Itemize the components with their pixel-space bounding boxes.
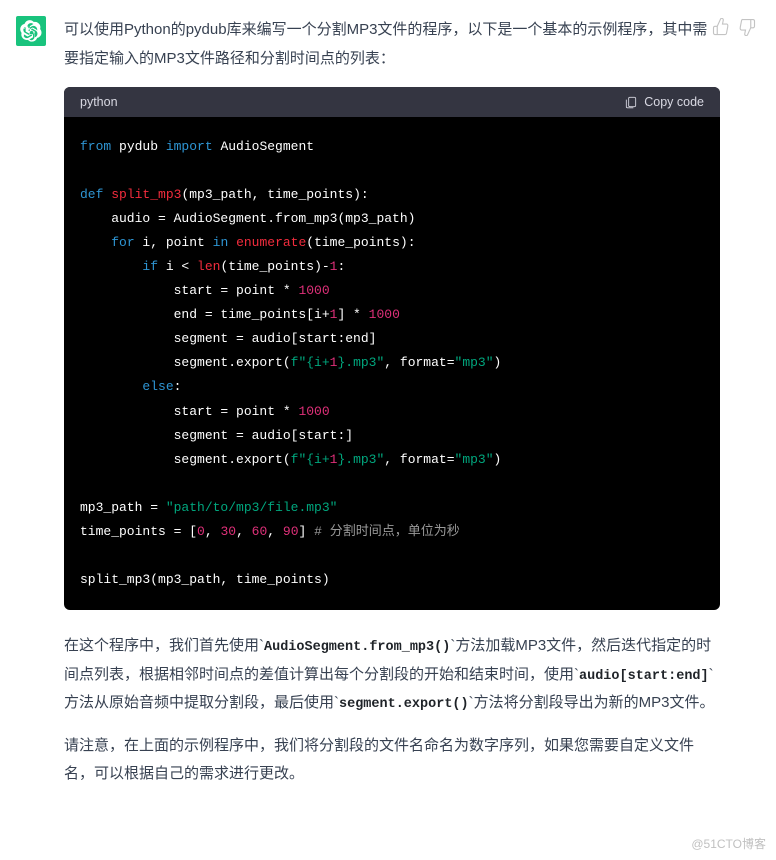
clipboard-icon (624, 95, 638, 109)
thumbs-up-icon (712, 18, 730, 36)
feedback-buttons (712, 18, 756, 36)
inline-code: AudioSegment.from_mp3() (264, 640, 450, 655)
inline-code: segment.export() (339, 697, 469, 712)
thumbs-up-button[interactable] (712, 18, 730, 36)
copy-code-label: Copy code (644, 95, 704, 109)
thumbs-down-icon (738, 18, 756, 36)
code-header: python Copy code (64, 87, 720, 117)
inline-code: audio[start:end] (579, 669, 709, 684)
message-content: 可以使用Python的pydub库来编写一个分割MP3文件的程序，以下是一个基本… (56, 16, 760, 803)
watermark: @51CTO博客 (691, 835, 766, 852)
openai-logo-icon (20, 20, 42, 42)
note-paragraph: 请注意，在上面的示例程序中，我们将分割段的文件名命名为数字序列，如果您需要自定义… (64, 732, 720, 789)
explanation-paragraph: 在这个程序中，我们首先使用`AudioSegment.from_mp3()`方法… (64, 632, 720, 718)
code-block: python Copy code from pydub import Audio… (64, 87, 720, 610)
assistant-avatar (16, 16, 46, 46)
message-container: 可以使用Python的pydub库来编写一个分割MP3文件的程序，以下是一个基本… (0, 0, 776, 815)
intro-paragraph: 可以使用Python的pydub库来编写一个分割MP3文件的程序，以下是一个基本… (64, 16, 720, 73)
thumbs-down-button[interactable] (738, 18, 756, 36)
code-body[interactable]: from pydub import AudioSegment def split… (64, 117, 720, 610)
avatar-column (16, 16, 56, 803)
copy-code-button[interactable]: Copy code (624, 95, 704, 109)
code-language-label: python (80, 95, 118, 109)
